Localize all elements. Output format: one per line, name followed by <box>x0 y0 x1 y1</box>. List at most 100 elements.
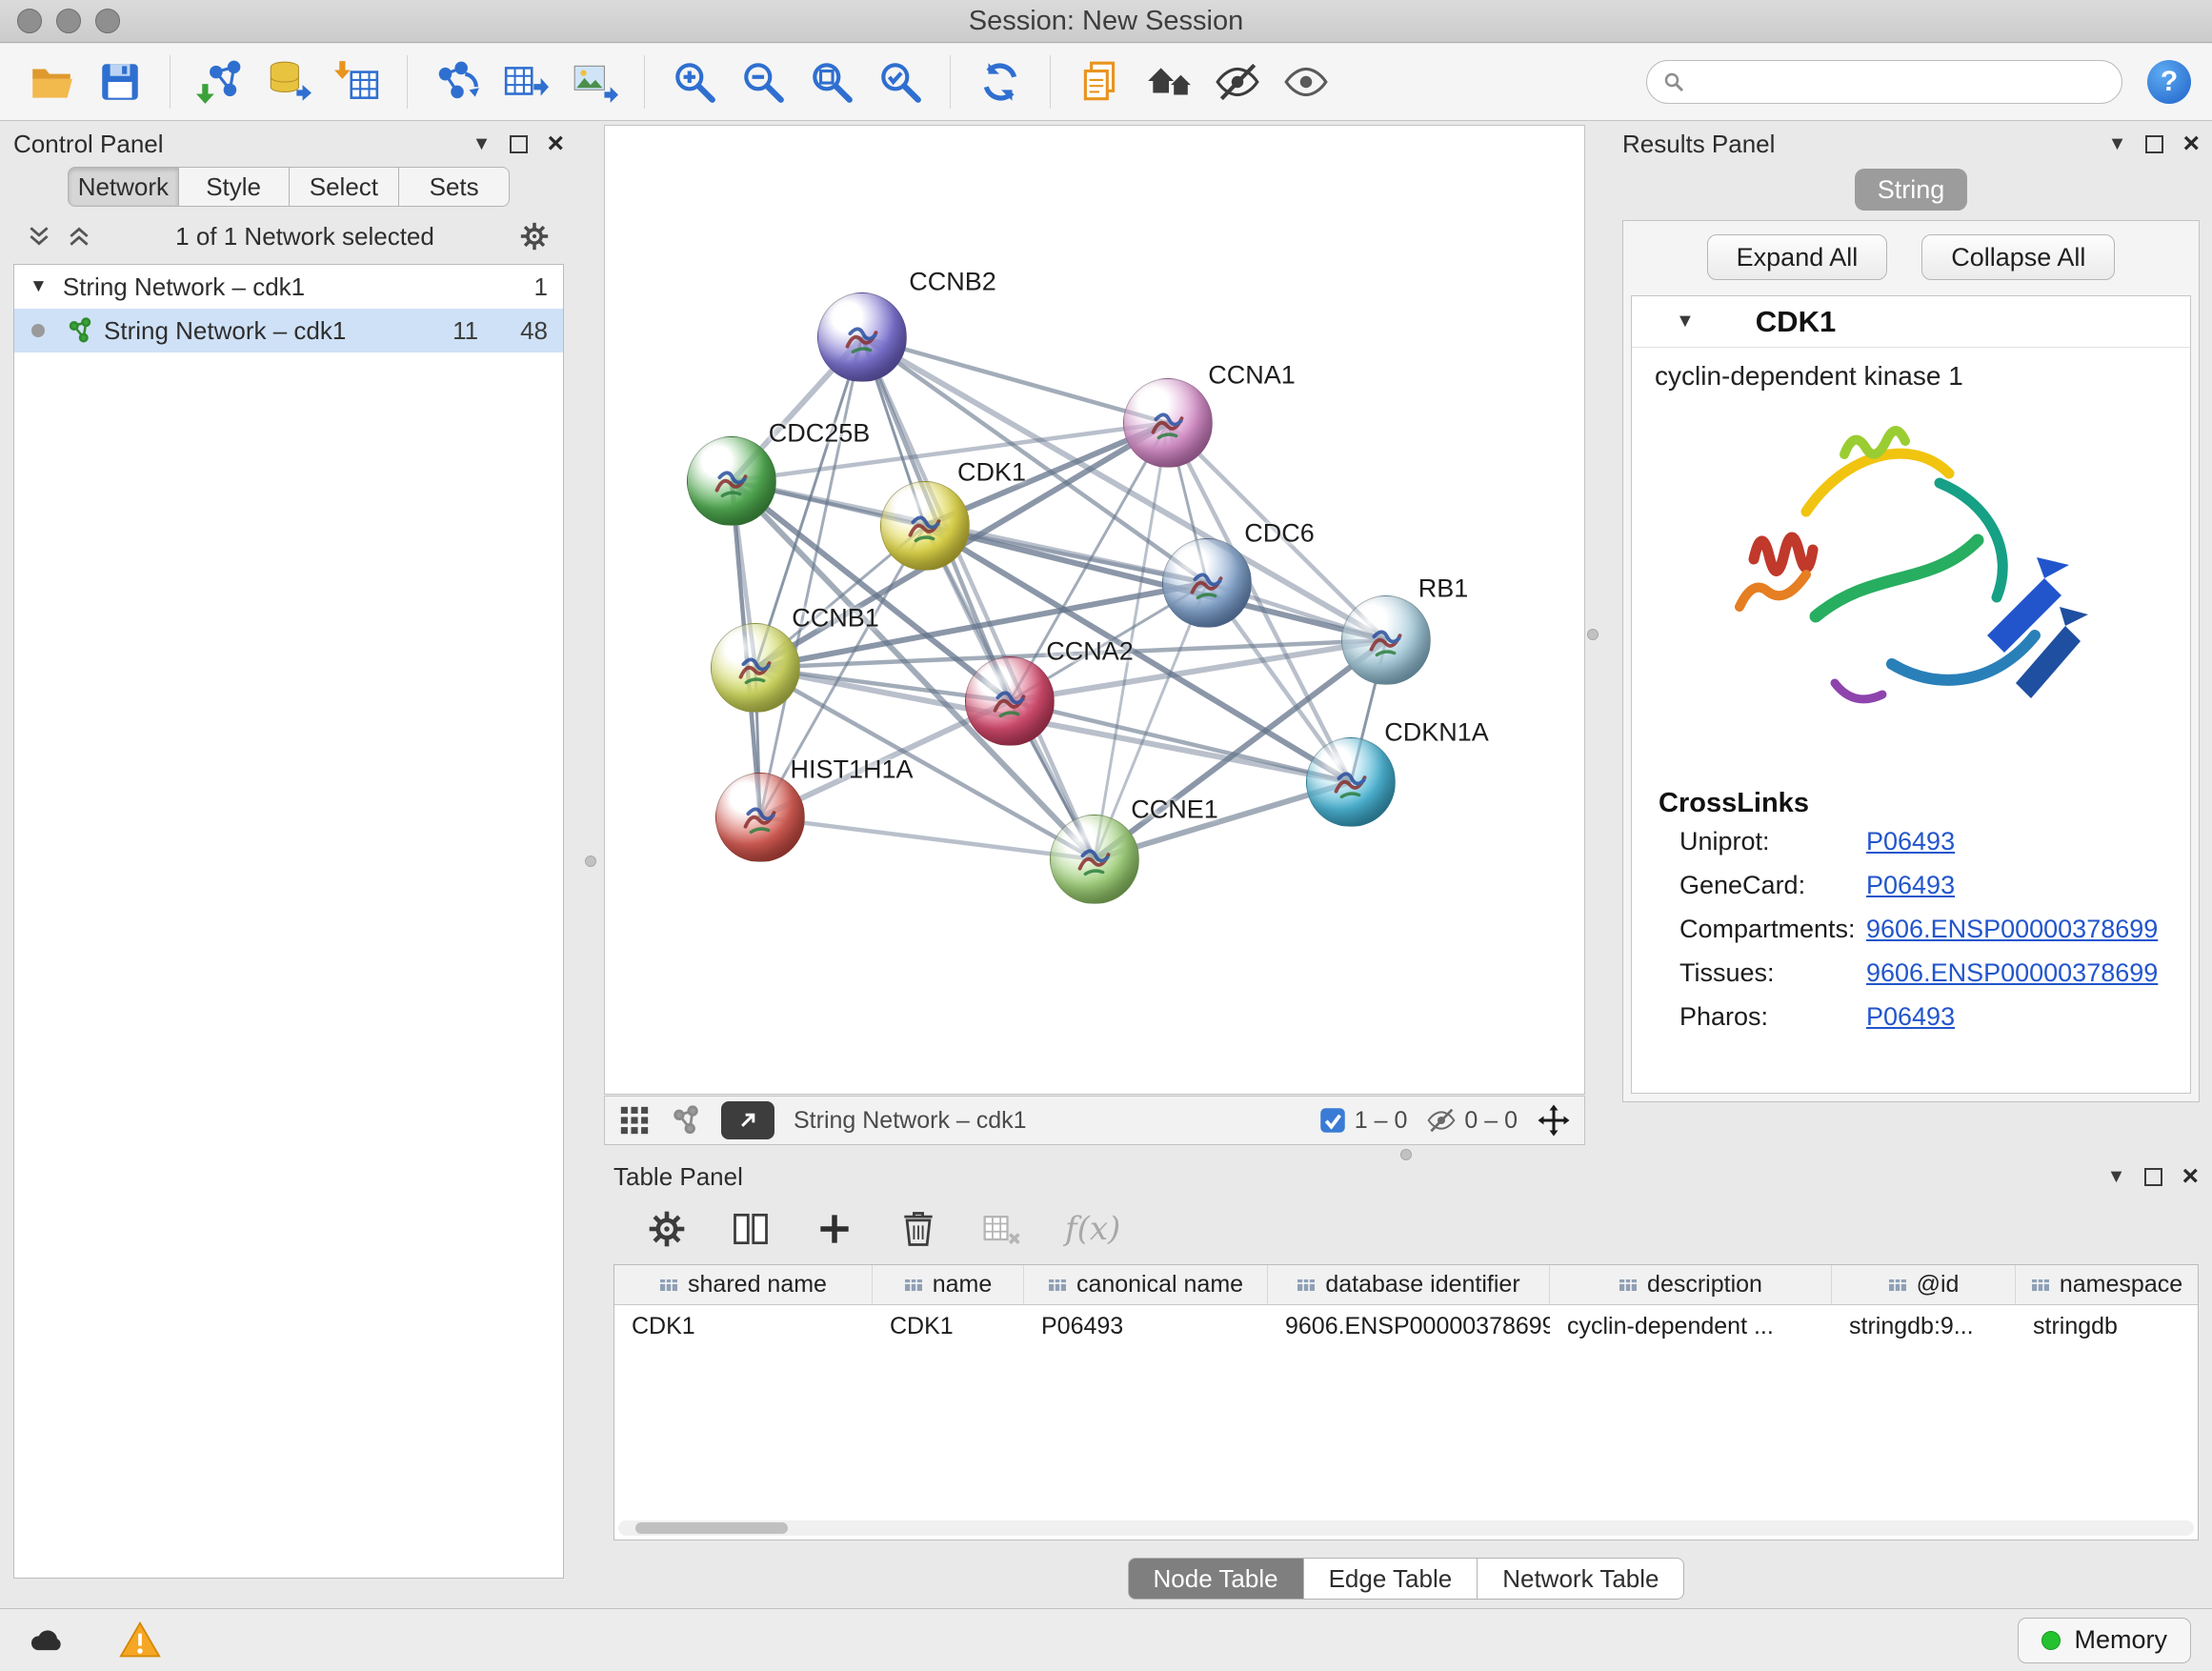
network-icon[interactable] <box>670 1104 702 1137</box>
tab-style[interactable]: Style <box>179 167 290 207</box>
network-node-rb1[interactable] <box>1341 595 1431 685</box>
network-node-cdkn1a[interactable] <box>1306 737 1396 827</box>
open-session-button[interactable] <box>21 51 82 112</box>
show-all-button[interactable] <box>1276 51 1337 112</box>
add-column-icon[interactable] <box>814 1208 855 1250</box>
clone-network-button[interactable] <box>427 51 488 112</box>
float-panel-icon[interactable] <box>510 135 528 153</box>
memory-button[interactable]: Memory <box>2018 1618 2191 1663</box>
help-button[interactable]: ? <box>2147 60 2191 104</box>
show-columns-icon[interactable] <box>730 1208 772 1250</box>
zoom-in-button[interactable] <box>664 51 725 112</box>
cell-canonical-name[interactable]: P06493 <box>1024 1305 1268 1347</box>
duplicate-document-button[interactable] <box>1070 51 1131 112</box>
import-table-button[interactable] <box>327 51 388 112</box>
column-header[interactable]: canonical name <box>1024 1265 1268 1304</box>
expand-all-icon[interactable] <box>67 224 91 249</box>
table-settings-gear-icon[interactable] <box>646 1208 688 1250</box>
float-panel-icon[interactable] <box>2144 1168 2162 1186</box>
splitter-handle[interactable] <box>1587 629 1599 640</box>
import-network-from-file-button[interactable] <box>190 51 251 112</box>
float-panel-icon[interactable] <box>2145 135 2163 153</box>
tab-network-table[interactable]: Network Table <box>1478 1558 1684 1600</box>
search-input[interactable] <box>1695 67 2106 98</box>
network-view[interactable]: CCNB2CCNA1CDC25BCDK1CDC6RB1CCNB1CCNA2CDK… <box>604 125 1585 1095</box>
cell-description[interactable]: cyclin-dependent ... <box>1550 1305 1832 1347</box>
cell-id[interactable]: stringdb:9... <box>1832 1305 2016 1347</box>
column-header[interactable]: database identifier <box>1268 1265 1550 1304</box>
hidden-eye-slash-icon[interactable] <box>1426 1105 1457 1136</box>
first-neighbors-button[interactable] <box>1138 51 1199 112</box>
tab-node-table[interactable]: Node Table <box>1128 1558 1304 1600</box>
crosslink-link[interactable]: 9606.ENSP00000378699 <box>1866 958 2158 988</box>
open-in-new-window-button[interactable] <box>721 1101 774 1139</box>
splitter-handle[interactable] <box>585 856 596 867</box>
network-node-ccne1[interactable] <box>1050 815 1139 904</box>
section-expander-icon[interactable]: ▼ <box>1676 311 1695 332</box>
network-node-cdc25b[interactable] <box>687 436 776 526</box>
network-node-ccna1[interactable] <box>1123 378 1213 468</box>
cell-namespace[interactable]: stringdb <box>2016 1305 2198 1347</box>
zoom-out-button[interactable] <box>733 51 794 112</box>
scrollbar-thumb[interactable] <box>635 1522 788 1534</box>
delete-column-icon[interactable] <box>897 1208 939 1250</box>
network-node-ccnb2[interactable] <box>817 292 907 382</box>
zoom-fit-button[interactable] <box>801 51 862 112</box>
close-window-button[interactable] <box>17 9 42 33</box>
warnings-button[interactable] <box>114 1618 166 1663</box>
zoom-selected-button[interactable] <box>870 51 931 112</box>
collapse-all-button[interactable]: Collapse All <box>1921 234 2115 280</box>
tab-network[interactable]: Network <box>68 167 179 207</box>
column-header[interactable]: namespace <box>2016 1265 2198 1304</box>
save-session-button[interactable] <box>90 51 151 112</box>
cell-shared-name[interactable]: CDK1 <box>614 1305 873 1347</box>
cloud-button[interactable] <box>21 1618 72 1663</box>
column-header[interactable]: description <box>1550 1265 1832 1304</box>
tab-select[interactable]: Select <box>290 167 400 207</box>
network-node-cdc6[interactable] <box>1162 538 1252 628</box>
network-node-ccna2[interactable] <box>965 656 1055 746</box>
expand-all-button[interactable]: Expand All <box>1707 234 1888 280</box>
zoom-window-button[interactable] <box>95 9 120 33</box>
export-table-button[interactable] <box>495 51 556 112</box>
close-panel-icon[interactable]: × <box>2182 134 2200 153</box>
table-row[interactable]: CDK1 CDK1 P06493 9606.ENSP00000378699 cy… <box>614 1305 2198 1347</box>
collection-row[interactable]: ▼ String Network – cdk1 1 <box>14 265 563 309</box>
crosslink-link[interactable]: P06493 <box>1866 827 1955 856</box>
minimize-window-button[interactable] <box>56 9 81 33</box>
close-panel-icon[interactable]: × <box>2182 1167 2199 1186</box>
grid-view-icon[interactable] <box>618 1104 651 1137</box>
import-network-from-database-button[interactable] <box>258 51 319 112</box>
crosslink-link[interactable]: P06493 <box>1866 871 1955 900</box>
crosslink-link[interactable]: P06493 <box>1866 1002 1955 1032</box>
panel-menu-icon[interactable]: ▼ <box>2107 1166 2126 1188</box>
network-edge[interactable] <box>760 817 1095 859</box>
network-node-ccnb1[interactable] <box>711 623 800 713</box>
horizontal-scrollbar[interactable] <box>618 1520 2194 1536</box>
crosslink-link[interactable]: 9606.ENSP00000378699 <box>1866 915 2158 944</box>
network-canvas[interactable]: CCNB2CCNA1CDC25BCDK1CDC6RB1CCNB1CCNA2CDK… <box>605 126 1584 1094</box>
network-edge[interactable] <box>760 337 862 817</box>
cell-name[interactable]: CDK1 <box>873 1305 1024 1347</box>
tab-edge-table[interactable]: Edge Table <box>1304 1558 1478 1600</box>
gear-icon[interactable] <box>518 220 551 252</box>
column-header[interactable]: @id <box>1832 1265 2016 1304</box>
column-header[interactable]: name <box>873 1265 1024 1304</box>
close-panel-icon[interactable]: × <box>547 134 564 153</box>
cell-database-identifier[interactable]: 9606.ENSP00000378699 <box>1268 1305 1550 1347</box>
network-edge[interactable] <box>862 337 1168 423</box>
tab-string[interactable]: String <box>1855 169 1967 211</box>
splitter-handle[interactable] <box>1400 1149 1412 1160</box>
tab-sets[interactable]: Sets <box>399 167 510 207</box>
network-row[interactable]: String Network – cdk1 11 48 <box>14 309 563 352</box>
panel-menu-icon[interactable]: ▼ <box>473 133 492 155</box>
apply-layout-button[interactable] <box>970 51 1031 112</box>
panel-menu-icon[interactable]: ▼ <box>2108 133 2127 155</box>
network-node-hist1h1a[interactable] <box>715 773 805 862</box>
hide-selected-button[interactable] <box>1207 51 1268 112</box>
selected-checkbox-icon[interactable] <box>1318 1106 1347 1135</box>
export-image-button[interactable] <box>564 51 625 112</box>
network-node-cdk1[interactable] <box>880 481 970 571</box>
collapse-all-icon[interactable] <box>27 224 51 249</box>
column-header[interactable]: shared name <box>614 1265 873 1304</box>
